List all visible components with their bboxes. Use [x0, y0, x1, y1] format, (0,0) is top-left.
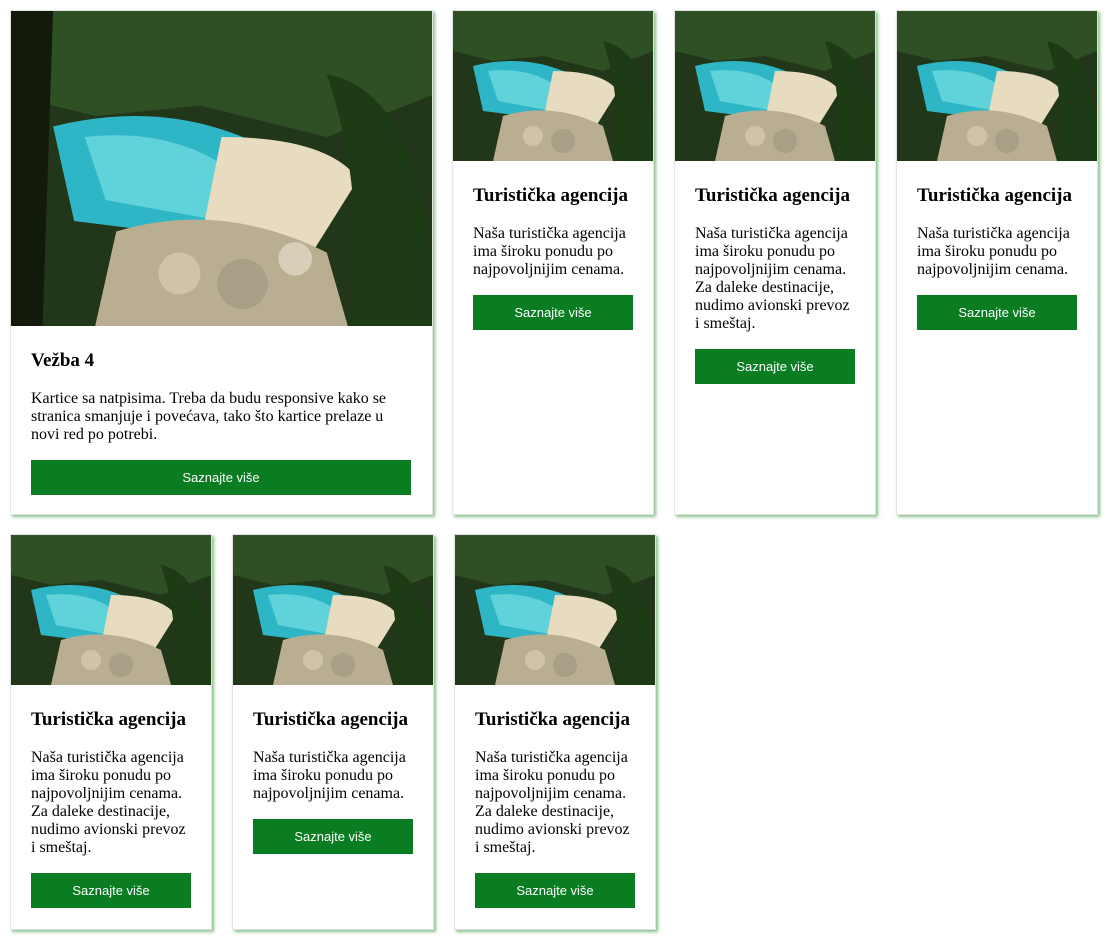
card-text: Naša turistička agencija ima široku ponu… [695, 225, 850, 332]
learn-more-button[interactable]: Saznajte više [31, 460, 411, 495]
card-large: Vežba 4 Kartice sa natpisima. Treba da b… [10, 10, 433, 515]
card-title: Vežba 4 [31, 350, 95, 371]
learn-more-button[interactable]: Saznajte više [475, 873, 635, 908]
card-text: Naša turistička agencija ima široku ponu… [475, 749, 630, 856]
card-text: Naša turistička agencija ima široku ponu… [917, 225, 1070, 278]
beach-photo [455, 535, 655, 685]
card-text: Naša turistička agencija ima široku ponu… [253, 749, 406, 802]
learn-more-button[interactable]: Saznajte više [695, 349, 855, 384]
card-title: Turistička agencija [31, 709, 186, 730]
learn-more-button[interactable]: Saznajte više [473, 295, 633, 330]
card: Turistička agencija Naša turistička agen… [10, 534, 212, 930]
card-title: Turistička agencija [253, 709, 408, 730]
learn-more-button[interactable]: Saznajte više [31, 873, 191, 908]
card-text: Kartice sa natpisima. Treba da budu resp… [31, 390, 387, 443]
card-text: Naša turistička agencija ima široku ponu… [473, 225, 626, 278]
card: Turistička agencija Naša turistička agen… [896, 10, 1098, 515]
card: Turistička agencija Naša turistička agen… [452, 10, 654, 515]
card: Turistička agencija Naša turistička agen… [454, 534, 656, 930]
beach-photo [233, 535, 433, 685]
card-title: Turistička agencija [473, 185, 628, 206]
card: Turistička agencija Naša turistička agen… [674, 10, 876, 515]
card-title: Turistička agencija [917, 185, 1072, 206]
card-title: Turistička agencija [695, 185, 850, 206]
learn-more-button[interactable]: Saznajte više [917, 295, 1077, 330]
card: Turistička agencija Naša turistička agen… [232, 534, 434, 930]
beach-photo [675, 11, 875, 161]
card-text: Naša turistička agencija ima široku ponu… [31, 749, 186, 856]
beach-photo [897, 11, 1097, 161]
card-title: Turistička agencija [475, 709, 630, 730]
beach-photo [453, 11, 653, 161]
beach-photo [11, 535, 211, 685]
learn-more-button[interactable]: Saznajte više [253, 819, 413, 854]
beach-photo [11, 11, 432, 326]
